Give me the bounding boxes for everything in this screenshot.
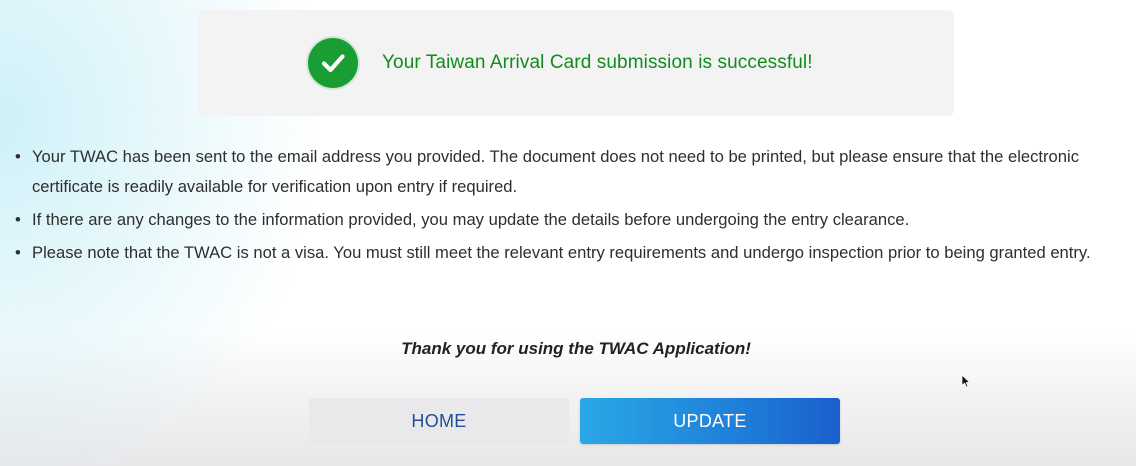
bullet: • — [15, 210, 21, 229]
bullet: • — [15, 243, 21, 262]
list-item: • Please note that the TWAC is not a vis… — [14, 238, 1132, 268]
info-list: • Your TWAC has been sent to the email a… — [14, 142, 1132, 271]
list-item-text: Your TWAC has been sent to the email add… — [32, 147, 1079, 196]
check-circle-icon — [308, 38, 358, 88]
update-button[interactable]: UPDATE — [580, 398, 840, 444]
list-item-text: If there are any changes to the informat… — [32, 210, 910, 229]
list-item: • Your TWAC has been sent to the email a… — [14, 142, 1132, 202]
list-item-text: Please note that the TWAC is not a visa.… — [32, 243, 1091, 262]
success-banner: Your Taiwan Arrival Card submission is s… — [198, 10, 954, 116]
thank-you-message: Thank you for using the TWAC Application… — [401, 339, 751, 358]
home-button[interactable]: HOME — [309, 398, 569, 444]
list-item: • If there are any changes to the inform… — [14, 205, 1132, 235]
bullet: • — [15, 147, 21, 166]
success-message: Your Taiwan Arrival Card submission is s… — [382, 52, 813, 73]
mouse-pointer-icon — [961, 374, 971, 388]
